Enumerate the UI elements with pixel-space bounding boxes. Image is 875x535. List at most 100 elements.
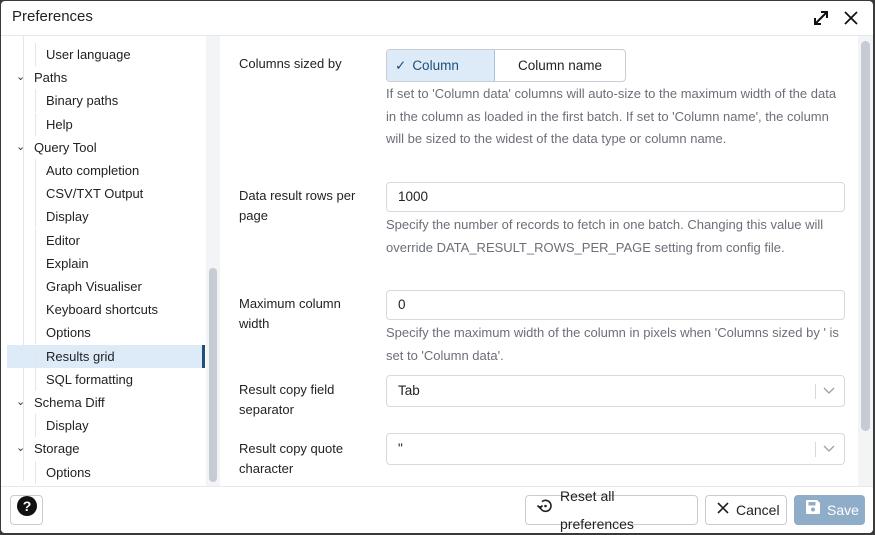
tree-guide-line (35, 112, 36, 136)
sidebar-item-label: Query Tool (34, 139, 97, 155)
tree-guide-line (35, 275, 36, 298)
sidebar-item-display[interactable]: Display (7, 414, 205, 438)
sidebar-item-label: Display (46, 209, 89, 225)
rows-per-page-input[interactable]: 1000 (386, 182, 845, 212)
sidebar-item-editor[interactable]: Editor (7, 228, 205, 252)
max-column-width-help: Specify the maximum width of the column … (386, 325, 839, 363)
cancel-button[interactable]: Cancel (705, 495, 787, 525)
reset-all-preferences-button[interactable]: Reset all preferences (525, 488, 698, 532)
sidebar-item-label: Options (46, 464, 91, 480)
sidebar-item-label: Help (46, 116, 73, 132)
tree-guide-line (35, 321, 36, 345)
sidebar-item-schema-diff[interactable]: ⌄ Schema Diff (7, 391, 205, 414)
sidebar-item-label: Binary paths (46, 93, 119, 109)
tree-guide-line (35, 228, 36, 252)
sidebar-item-query-tool[interactable]: ⌄ Query Tool (7, 136, 205, 159)
sidebar-item-options[interactable]: Options (7, 321, 205, 345)
columns-sized-by-label: Columns sized by (239, 56, 342, 71)
quote-character-select[interactable]: " (386, 433, 845, 465)
sidebar-item-label: Paths (34, 70, 68, 86)
chevron-down-icon[interactable]: ⌄ (16, 391, 25, 414)
columns-sized-by-help: If set to 'Column data' columns will aut… (386, 86, 837, 146)
chevron-down-icon[interactable] (822, 434, 836, 464)
reset-label: Reset all preferences (560, 488, 634, 532)
sidebar-item-auto-completion[interactable]: Auto completion (7, 159, 205, 182)
sidebar-item-label: Schema Diff (34, 395, 105, 410)
column-name-option[interactable]: Column name (495, 50, 625, 81)
close-icon[interactable] (841, 8, 861, 28)
chevron-down-icon[interactable]: ⌄ (16, 66, 25, 89)
select-separator (815, 442, 816, 457)
preferences-dialog: Preferences User language ⌄ Paths Binary pa… (1, 1, 873, 533)
dialog-footer: ? Reset all preferences Cancel Save (1, 486, 873, 533)
sidebar-scrollbar-thumb[interactable] (209, 268, 217, 482)
tree-guide-line (35, 367, 36, 391)
close-icon (716, 496, 730, 524)
tree-guide-line (35, 182, 36, 206)
sidebar-item-label: SQL formatting (46, 371, 133, 387)
sidebar-item-label: Options (46, 325, 91, 341)
tree-guide-line (35, 460, 36, 484)
sidebar-item-label: Keyboard shortcuts (46, 302, 159, 318)
chevron-down-icon[interactable]: ⌄ (16, 136, 25, 159)
svg-text:?: ? (22, 498, 31, 514)
sidebar-item-explain[interactable]: Explain (7, 251, 205, 275)
reset-icon (536, 496, 554, 524)
question-circle-icon: ? (16, 495, 38, 526)
sidebar-item-label: CSV/TXT Output (46, 186, 144, 202)
sidebar-item-sql-formatting[interactable]: SQL formatting (7, 367, 205, 391)
sidebar-item-label: Storage (34, 441, 80, 457)
sidebar-item-label: Graph Visualiser (46, 279, 142, 294)
column-data-option[interactable]: ✓Column data (387, 50, 495, 81)
save-button[interactable]: Save (794, 495, 865, 525)
max-column-width-input[interactable]: 0 (386, 290, 845, 320)
sidebar-item-label: User language (46, 47, 131, 62)
sidebar-item-binary-paths[interactable]: Binary paths (7, 89, 205, 113)
max-column-width-label: Maximum column width (239, 296, 341, 331)
check-icon: ✓ (395, 58, 407, 73)
tree-guide-line (35, 43, 36, 66)
save-icon (805, 496, 821, 524)
sidebar-item-options[interactable]: Options (7, 460, 205, 484)
save-label: Save (827, 502, 859, 518)
sidebar-item-storage[interactable]: ⌄ Storage (7, 437, 205, 460)
quote-character-label: Result copy quote character (239, 441, 344, 476)
sidebar-item-display[interactable]: Display (7, 205, 205, 229)
tree-guide-line (35, 414, 36, 438)
preferences-tree: User language ⌄ Paths Binary paths Help ⌄ Quer… (1, 36, 206, 486)
sidebar-item-label: Explain (46, 255, 89, 271)
content-scrollbar-thumb[interactable] (861, 41, 870, 431)
sidebar-item-paths[interactable]: ⌄ Paths (7, 66, 205, 89)
field-separator-select[interactable]: Tab (386, 375, 845, 407)
sidebar-item-label: Results grid (46, 348, 115, 364)
rows-per-page-label: Data result rows per page (239, 188, 356, 223)
tree-guide-line (35, 89, 36, 113)
sidebar-item-csv-txt-output[interactable]: CSV/TXT Output (7, 182, 205, 206)
columns-sized-by-toggle: ✓Column data Column name (386, 49, 626, 82)
sidebar-item-label: Display (46, 418, 89, 434)
field-separator-value: Tab (398, 383, 420, 398)
chevron-down-icon[interactable]: ⌄ (16, 437, 25, 460)
titlebar: Preferences (1, 1, 873, 36)
chevron-down-icon[interactable] (822, 376, 836, 406)
select-separator (815, 384, 816, 399)
tree-guide-line (35, 205, 36, 229)
results-grid-settings: Columns sized by ✓Column data Column nam… (221, 36, 858, 486)
tree-guide-line (35, 298, 36, 322)
maximize-icon[interactable] (811, 8, 831, 28)
tree-guide-line (35, 159, 36, 182)
sidebar-item-user-language[interactable]: User language (7, 43, 205, 66)
sidebar-item-help[interactable]: Help (7, 112, 205, 136)
sidebar-scrollbar[interactable] (206, 36, 220, 486)
sidebar-item-label: Editor (46, 232, 80, 248)
quote-character-value: " (398, 441, 403, 456)
sidebar-item-keyboard-shortcuts[interactable]: Keyboard shortcuts (7, 298, 205, 322)
sidebar-item-graph-visualiser[interactable]: Graph Visualiser (7, 275, 205, 298)
dialog-title: Preferences (12, 8, 93, 25)
sidebar-item-label: Auto completion (46, 163, 140, 178)
rows-per-page-help: Specify the number of records to fetch i… (386, 217, 824, 255)
tree-guide-line (35, 251, 36, 275)
content-scrollbar[interactable] (858, 36, 873, 486)
sidebar-item-results-grid[interactable]: Results grid (7, 344, 205, 368)
help-button[interactable]: ? (10, 495, 43, 525)
